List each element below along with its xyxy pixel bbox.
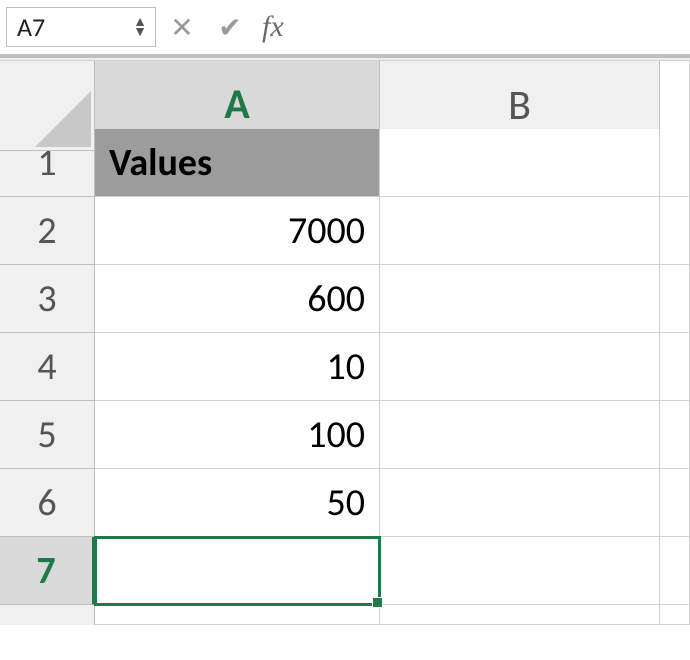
cell-A7[interactable] (95, 537, 380, 605)
cell-A3[interactable]: 600 (95, 265, 380, 333)
cell-A1[interactable]: Values (95, 129, 380, 197)
row-header-7[interactable]: 7 (0, 537, 95, 605)
stepper-down-icon[interactable]: ▼ (133, 27, 147, 37)
cell-B2[interactable] (380, 197, 660, 265)
cell-stub (660, 605, 690, 625)
cell-B1[interactable] (380, 129, 660, 197)
cell-A6[interactable]: 50 (95, 469, 380, 537)
cell-stub (660, 537, 690, 605)
cell-stub (660, 129, 690, 197)
cell-B4[interactable] (380, 333, 660, 401)
cell-A4[interactable]: 10 (95, 333, 380, 401)
cell-A5[interactable]: 100 (95, 401, 380, 469)
cell-B5[interactable] (380, 401, 660, 469)
cell-B6[interactable] (380, 469, 660, 537)
cell-B3[interactable] (380, 265, 660, 333)
select-all-corner[interactable] (0, 61, 95, 151)
row-header-3[interactable]: 3 (0, 265, 95, 333)
row-header-4[interactable]: 4 (0, 333, 95, 401)
row-header-5[interactable]: 5 (0, 401, 95, 469)
name-box[interactable] (15, 10, 133, 44)
cell-stub (660, 469, 690, 537)
fx-label[interactable]: fx (256, 10, 290, 44)
cell-A2[interactable]: 7000 (95, 197, 380, 265)
row-header-6[interactable]: 6 (0, 469, 95, 537)
formula-input[interactable] (294, 7, 684, 47)
cell-stub (660, 401, 690, 469)
cell-stub (660, 333, 690, 401)
name-box-container[interactable]: ▲ ▼ (6, 7, 156, 47)
cell-stub (660, 265, 690, 333)
name-box-stepper[interactable]: ▲ ▼ (133, 17, 147, 37)
accept-formula-button[interactable]: ✔ (208, 7, 252, 47)
cell-stub (95, 605, 380, 625)
formula-bar: ▲ ▼ ✕ ✔ fx (0, 0, 690, 55)
check-icon: ✔ (218, 10, 241, 45)
cell-stub (380, 605, 660, 625)
row-header-2[interactable]: 2 (0, 197, 95, 265)
cell-stub (660, 197, 690, 265)
row-header-stub (0, 605, 95, 625)
x-icon: ✕ (170, 10, 193, 45)
spreadsheet-grid: A B 1 Values 2 7000 3 600 4 10 5 100 6 (0, 61, 690, 660)
cancel-formula-button[interactable]: ✕ (160, 7, 204, 47)
cell-B7[interactable] (380, 537, 660, 605)
